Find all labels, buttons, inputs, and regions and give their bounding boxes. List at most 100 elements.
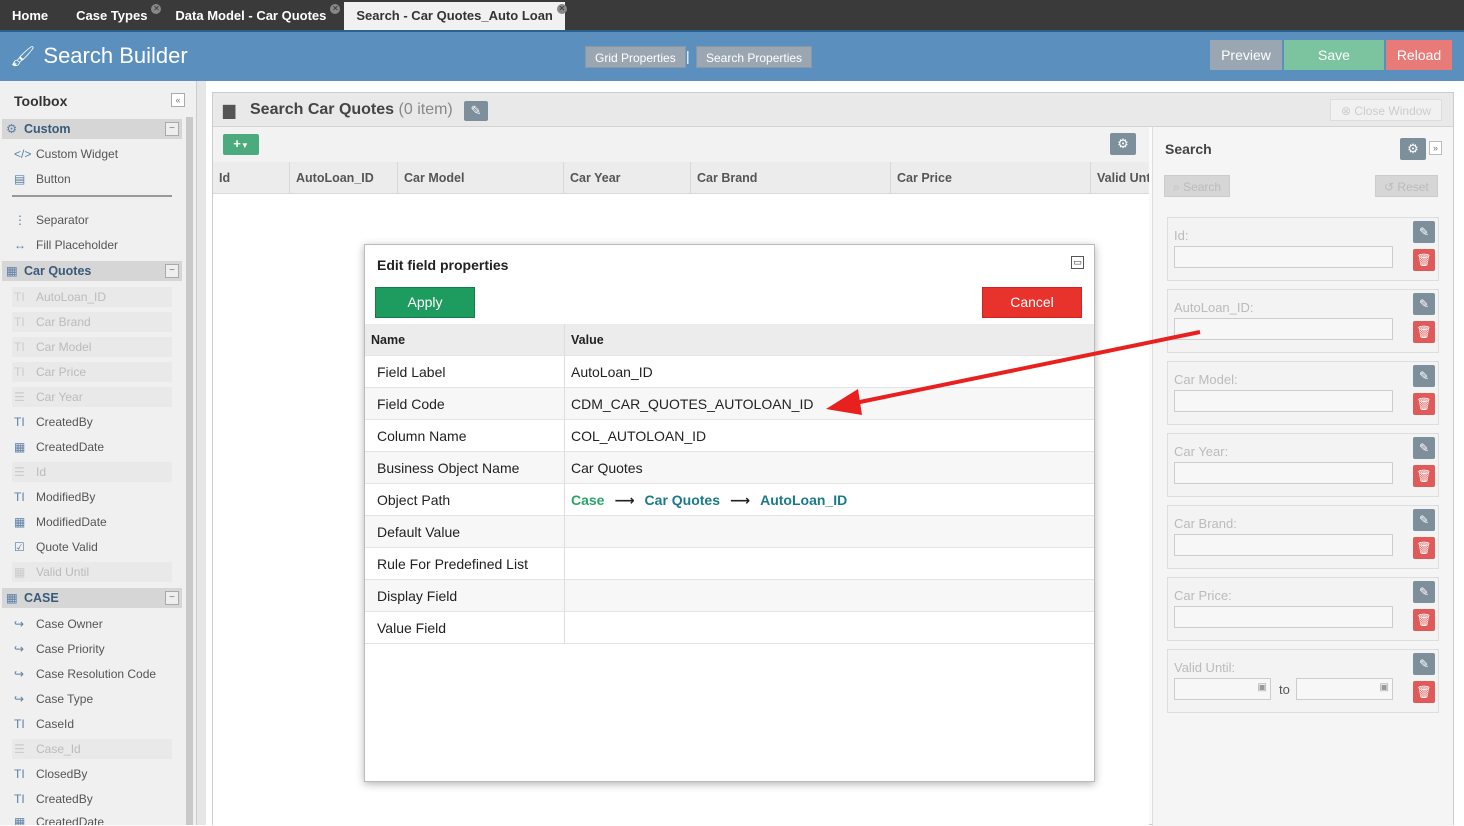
toolbox-item-case-priority[interactable]: ↪ Case Priority xyxy=(12,639,172,659)
close-window-button[interactable]: ⊗ Close Window xyxy=(1330,99,1443,121)
table-row[interactable]: Object Path Case ⟶ Car Quotes ⟶ AutoLoan_ID xyxy=(365,484,1094,516)
trash-icon[interactable]: 🗑 xyxy=(1413,321,1435,343)
toolbox-item-closedby[interactable]: TI ClosedBy xyxy=(12,764,172,784)
path-link-case[interactable]: Case xyxy=(571,492,604,508)
toolbox-item-custom-widget[interactable]: </> Custom Widget xyxy=(12,144,172,164)
toolbox-item-car-price[interactable]: TI Car Price xyxy=(12,362,172,382)
pencil-icon[interactable]: ✎ xyxy=(1413,365,1435,387)
column-header[interactable]: Car Model xyxy=(398,162,564,194)
minimize-icon[interactable]: ▭ xyxy=(1071,256,1084,269)
toolbox-item-createdby[interactable]: TI CreatedBy xyxy=(12,412,172,432)
pencil-icon[interactable]: ✎ xyxy=(1413,653,1435,675)
tab-data-model[interactable]: Data Model - Car Quotes ✕ xyxy=(163,2,341,30)
toolbox-item-valid-until[interactable]: ▦ Valid Until xyxy=(12,562,172,582)
toolbox-item-modifiedby[interactable]: TI ModifiedBy xyxy=(12,487,172,507)
trash-icon[interactable]: 🗑 xyxy=(1413,681,1435,703)
property-value[interactable] xyxy=(565,580,1094,611)
property-value[interactable]: Car Quotes xyxy=(565,452,1094,483)
toolbox-item-autoloan-id[interactable]: TI AutoLoan_ID xyxy=(12,287,172,307)
valid-until-from-input[interactable]: ▣ xyxy=(1174,678,1271,700)
trash-icon[interactable]: 🗑 xyxy=(1413,393,1435,415)
property-value[interactable] xyxy=(565,548,1094,579)
calendar-icon[interactable]: ▣ xyxy=(1258,682,1267,693)
close-icon[interactable]: ✕ xyxy=(151,4,162,14)
toolbox-item-fill-placeholder[interactable]: ↔ Fill Placeholder xyxy=(12,235,172,255)
cancel-button[interactable]: Cancel xyxy=(982,287,1082,318)
table-row[interactable]: Field Code CDM_CAR_QUOTES_AUTOLOAN_ID xyxy=(365,388,1094,420)
car-model-input[interactable] xyxy=(1174,390,1393,412)
table-row[interactable]: Field Label AutoLoan_ID xyxy=(365,356,1094,388)
pencil-icon[interactable]: ✎ xyxy=(1413,221,1435,243)
pencil-icon[interactable]: ✎ xyxy=(464,101,488,121)
valid-until-to-input[interactable]: ▣ xyxy=(1296,678,1393,700)
column-header[interactable]: Id xyxy=(213,162,290,194)
path-link-car-quotes[interactable]: Car Quotes xyxy=(645,492,720,508)
toolbox-item-quote-valid[interactable]: ☑ Quote Valid xyxy=(12,537,172,557)
double-chevron-right-icon[interactable]: » xyxy=(1429,141,1442,155)
property-value[interactable]: COL_AUTOLOAN_ID xyxy=(565,420,1094,451)
property-value[interactable]: CDM_CAR_QUOTES_AUTOLOAN_ID xyxy=(565,388,1094,419)
toolbox-item-caseid[interactable]: TI CaseId xyxy=(12,714,172,734)
trash-icon[interactable]: 🗑 xyxy=(1413,609,1435,631)
panel-splitter[interactable] xyxy=(197,81,206,825)
table-row[interactable]: Rule For Predefined List xyxy=(365,548,1094,580)
close-icon[interactable]: ✕ xyxy=(330,4,341,14)
table-row[interactable]: Display Field xyxy=(365,580,1094,612)
column-header[interactable]: Car Year xyxy=(564,162,691,194)
pencil-icon[interactable]: ✎ xyxy=(1413,581,1435,603)
column-header[interactable]: Valid Until xyxy=(1091,162,1149,194)
collapse-icon[interactable]: − xyxy=(165,591,179,605)
tab-home[interactable]: Home xyxy=(0,2,60,30)
toolbox-item-case-createddate[interactable]: ▦ CreatedDate xyxy=(12,812,172,825)
toolbox-item-button[interactable]: ▤ Button xyxy=(12,169,172,189)
toolbox-item-case-createdby[interactable]: TI CreatedBy xyxy=(12,789,172,809)
group-custom[interactable]: ⚙ Custom − xyxy=(2,119,182,139)
search-properties-button[interactable]: Search Properties xyxy=(696,46,813,68)
gear-icon[interactable]: ⚙ xyxy=(1110,133,1136,155)
toolbox-item-case-id[interactable]: ☰ Case_Id xyxy=(12,739,172,759)
toolbox-item-car-model[interactable]: TI Car Model xyxy=(12,337,172,357)
tab-search-car-quotes[interactable]: Search - Car Quotes_Auto Loan ✕ xyxy=(344,2,567,30)
toolbox-item-case-resolution-code[interactable]: ↪ Case Resolution Code xyxy=(12,664,172,684)
toolbox-item-case-type[interactable]: ↪ Case Type xyxy=(12,689,172,709)
column-header[interactable]: Car Brand xyxy=(691,162,891,194)
table-row[interactable]: Value Field xyxy=(365,612,1094,644)
toolbox-item-id[interactable]: ☰ Id xyxy=(12,462,172,482)
gear-icon[interactable]: ⚙ xyxy=(1400,138,1426,160)
search-button[interactable]: ⌕ Search xyxy=(1164,175,1231,197)
toolbox-item-car-year[interactable]: ☰ Car Year xyxy=(12,387,172,407)
double-chevron-left-icon[interactable]: « xyxy=(171,93,185,107)
toolbox-item-case-owner[interactable]: ↪ Case Owner xyxy=(12,614,172,634)
group-car-quotes[interactable]: ▦ Car Quotes − xyxy=(2,261,182,281)
id-input[interactable] xyxy=(1174,246,1393,268)
trash-icon[interactable]: 🗑 xyxy=(1413,465,1435,487)
trash-icon[interactable]: 🗑 xyxy=(1413,537,1435,559)
toolbox-item-createddate[interactable]: ▦ CreatedDate xyxy=(12,437,172,457)
collapse-icon[interactable]: − xyxy=(165,264,179,278)
car-year-input[interactable] xyxy=(1174,462,1393,484)
car-price-input[interactable] xyxy=(1174,606,1393,628)
property-value[interactable]: AutoLoan_ID xyxy=(565,356,1094,387)
pencil-icon[interactable]: ✎ xyxy=(1413,293,1435,315)
pencil-icon[interactable]: ✎ xyxy=(1413,437,1435,459)
calendar-icon[interactable]: ▣ xyxy=(1380,682,1389,693)
reset-button[interactable]: ↺ Reset xyxy=(1375,175,1438,197)
add-button[interactable]: +▼ xyxy=(223,134,259,155)
table-row[interactable]: Default Value xyxy=(365,516,1094,548)
table-row[interactable]: Column Name COL_AUTOLOAN_ID xyxy=(365,420,1094,452)
toolbox-item-separator[interactable]: ⋮ Separator xyxy=(12,210,172,230)
apply-button[interactable]: Apply xyxy=(375,287,475,318)
grid-properties-button[interactable]: Grid Properties xyxy=(585,46,686,68)
column-header[interactable]: AutoLoan_ID xyxy=(290,162,398,194)
property-value[interactable] xyxy=(565,612,1094,643)
save-button[interactable]: Save xyxy=(1284,40,1384,70)
tab-case-types[interactable]: Case Types ✕ xyxy=(64,2,162,30)
toolbox-scrollbar[interactable] xyxy=(186,117,193,825)
column-header[interactable]: Car Price xyxy=(891,162,1091,194)
trash-icon[interactable]: 🗑 xyxy=(1413,249,1435,271)
autoloan-id-input[interactable] xyxy=(1174,318,1393,340)
path-link-autoloan-id[interactable]: AutoLoan_ID xyxy=(760,492,847,508)
reload-button[interactable]: Reload xyxy=(1386,40,1452,70)
group-case[interactable]: ▦ CASE − xyxy=(2,588,182,608)
collapse-icon[interactable]: − xyxy=(165,122,179,136)
